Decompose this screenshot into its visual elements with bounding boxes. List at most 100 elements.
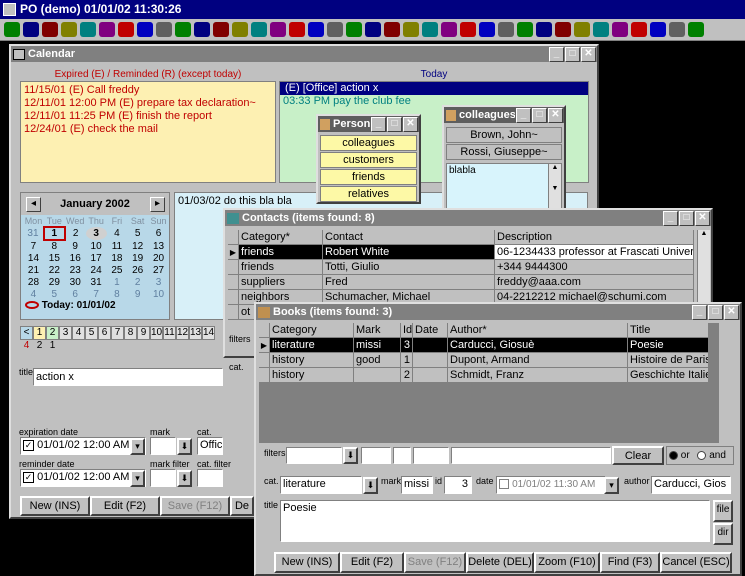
list-item[interactable]: 11/15/01 (E) Call freddy (24, 84, 272, 97)
maximize-button[interactable]: □ (679, 210, 694, 226)
table-cell[interactable]: Dupont, Armand (448, 353, 628, 368)
calendar-day[interactable]: 24 (86, 264, 107, 276)
calendar-day[interactable]: 10 (86, 240, 107, 252)
table-cell[interactable] (413, 353, 448, 368)
table-row[interactable]: ▶ friends Robert White 06-1234433 professor… (228, 245, 708, 260)
list-item[interactable]: 12/11/01 12:00 PM (E) prepare tax declar… (24, 97, 272, 110)
calendar-edit-button[interactable]: Edit (F2) (90, 496, 160, 516)
window-icon[interactable] (688, 22, 704, 37)
table-icon[interactable] (460, 22, 476, 37)
reminder-date-field[interactable]: ✓ 01/01/02 12:00 AM (20, 469, 146, 487)
pin-icon[interactable] (175, 22, 191, 37)
calendar-day[interactable]: 1 (42, 226, 66, 241)
calendar-day[interactable]: 6 (65, 288, 86, 300)
bulb-icon[interactable] (308, 22, 324, 37)
calendar-day[interactable]: 2 (127, 276, 148, 288)
list-icon[interactable] (422, 22, 438, 37)
close-button[interactable]: ✕ (403, 116, 418, 132)
note-scrollbar[interactable]: ▲ ▼ (548, 164, 561, 214)
calendar-day[interactable]: 5 (44, 288, 65, 300)
books-filter-field-3[interactable] (393, 447, 411, 464)
table-cell[interactable]: suppliers (239, 275, 323, 290)
chart-icon[interactable] (555, 22, 571, 37)
books-cat-field[interactable]: literature (280, 476, 362, 494)
calendar-day[interactable]: 23 (65, 264, 86, 276)
close-button[interactable]: ✕ (724, 304, 739, 320)
reminder-checkbox[interactable]: ✓ (23, 471, 34, 483)
globe-icon[interactable] (61, 22, 77, 37)
expiration-date-field[interactable]: ✓ 01/01/02 12:00 AM (20, 437, 146, 455)
table-row[interactable]: friends Totti, Giulio +344 9444300 (228, 260, 708, 275)
day-strip-item[interactable]: 7 (111, 326, 124, 340)
calendar-day[interactable]: 31 (86, 276, 107, 288)
calendar-day[interactable]: 7 (23, 240, 44, 252)
calendar-day[interactable]: 19 (127, 252, 148, 264)
maximize-button[interactable]: □ (532, 107, 547, 123)
books-grid[interactable]: Category Mark Id Date Author* Title ▶ lit… (259, 323, 719, 443)
column-header[interactable]: Category (270, 323, 354, 338)
smile-icon[interactable] (213, 22, 229, 37)
mark-filter-dropdown-button[interactable]: ⬇ (177, 470, 192, 487)
table-row[interactable]: suppliers Fred freddy@aaa.com (228, 275, 708, 290)
today-indicator[interactable]: Today: 01/01/02 (21, 300, 169, 312)
close-button[interactable]: ✕ (548, 107, 563, 123)
table-cell[interactable]: 3 (401, 338, 413, 353)
search-doc-icon[interactable] (99, 22, 115, 37)
table-cell[interactable]: Carducci, Giosuè (448, 338, 628, 353)
cube-icon[interactable] (631, 22, 647, 37)
calendar-day[interactable]: 20 (148, 252, 169, 264)
calendar-day[interactable]: 13 (148, 240, 169, 252)
calendar-day[interactable]: 4 (23, 288, 44, 300)
calendar-day[interactable]: 31 (23, 227, 44, 240)
arrow-icon[interactable] (42, 22, 58, 37)
table-cell[interactable]: good (354, 353, 401, 368)
calendar-save-button[interactable]: Save (F12) (160, 496, 230, 516)
books-icon[interactable] (118, 22, 134, 37)
expiration-checkbox[interactable]: ✓ (23, 439, 34, 451)
table-cell[interactable]: Histoire de Paris (628, 353, 709, 368)
minimize-button[interactable]: _ (692, 304, 707, 320)
calendar-icon[interactable] (251, 22, 267, 37)
network-icon[interactable] (498, 22, 514, 37)
bank-icon[interactable] (194, 22, 210, 37)
day-strip-item[interactable]: 3 (59, 326, 72, 340)
books-date-checkbox[interactable] (499, 479, 509, 490)
day-strip-item[interactable]: 13 (189, 326, 202, 340)
books-or-and-toggle[interactable]: or and (666, 446, 734, 465)
books-find-button[interactable]: Find (F3) (600, 552, 660, 573)
calendar-day[interactable]: 12 (127, 240, 148, 252)
books-file-button[interactable]: file (713, 500, 733, 522)
mark-field[interactable] (150, 437, 176, 455)
day-strip-item[interactable]: 8 (124, 326, 137, 340)
next-month-button[interactable]: ▸ (150, 196, 165, 212)
calendar-new-button[interactable]: New (INS) (20, 496, 90, 516)
table-row[interactable]: ▶ literature missi 3 Carducci, Giosuè Poesie (259, 338, 719, 353)
books-cat-dropdown[interactable]: ⬇ (363, 477, 378, 494)
calendar-day[interactable]: 26 (127, 264, 148, 276)
books-mark-field[interactable]: missi (401, 476, 433, 494)
books-filter-field-1[interactable] (286, 447, 342, 464)
phone-icon[interactable] (23, 22, 39, 37)
calendar-day[interactable]: 15 (44, 252, 65, 264)
table-cell[interactable]: +344 9444300 (495, 260, 694, 275)
phone2-icon[interactable] (574, 22, 590, 37)
table-cell[interactable]: friends (239, 260, 323, 275)
table-cell[interactable]: 1 (401, 353, 413, 368)
books-cancel-button[interactable]: Cancel (ESC) (660, 552, 732, 573)
table-cell[interactable]: Poesie (628, 338, 709, 353)
close-button[interactable]: ✕ (695, 210, 710, 226)
books-edit-button[interactable]: Edit (F2) (340, 552, 404, 573)
calendar-day[interactable]: 9 (65, 240, 86, 252)
row-indicator[interactable] (259, 368, 270, 383)
calendar-day[interactable]: 9 (127, 288, 148, 300)
row-indicator[interactable]: ▶ (228, 245, 239, 260)
expiration-dropdown-button[interactable]: ▾ (130, 438, 145, 455)
binoculars-icon[interactable] (441, 22, 457, 37)
list-item[interactable]: 12/24/01 (E) check the mail (24, 123, 272, 136)
books-zoom-button[interactable]: Zoom (F10) (534, 552, 600, 573)
minimize-button[interactable]: _ (549, 46, 564, 62)
column-header[interactable]: Title (628, 323, 709, 338)
books-filter-field-5[interactable] (451, 447, 611, 464)
maximize-button[interactable]: □ (387, 116, 402, 132)
reminder-dropdown-button[interactable]: ▾ (130, 470, 145, 487)
